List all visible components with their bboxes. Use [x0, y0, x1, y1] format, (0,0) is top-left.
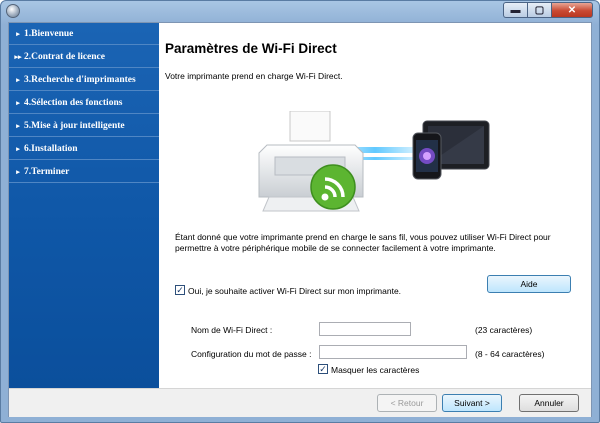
maximize-button[interactable]: ▢	[527, 2, 551, 18]
sidebar-item-selection: ▸ 4.Sélection des fonctions	[9, 92, 159, 114]
sidebar-item-recherche: ▸ 3.Recherche d'imprimantes	[9, 69, 159, 91]
back-button[interactable]: < Retour	[377, 394, 437, 412]
sidebar-item-label: 4.Sélection des fonctions	[24, 97, 123, 108]
sidebar-item-label: 3.Recherche d'imprimantes	[24, 74, 136, 85]
title-bar[interactable]: ▬ ▢ ✕	[1, 1, 599, 21]
sidebar-item-label: 1.Bienvenue	[24, 28, 74, 39]
window-client: ▸ 1.Bienvenue ▸▸ 2.Contrat de licence ▸ …	[8, 22, 592, 417]
main-panel: Paramètres de Wi-Fi Direct Votre imprima…	[159, 23, 591, 388]
page-subtitle: Votre imprimante prend en charge Wi-Fi D…	[165, 71, 343, 81]
step-arrow-icon: ▸	[16, 29, 20, 38]
cancel-button[interactable]: Annuler	[519, 394, 579, 412]
password-hint: (8 - 64 caractères)	[475, 349, 545, 359]
wifi-name-input[interactable]	[319, 322, 411, 336]
password-label: Configuration du mot de passe :	[191, 349, 312, 359]
wifi-name-hint: (23 caractères)	[475, 325, 533, 335]
sidebar-item-mise-a-jour: ▸ 5.Mise à jour intelligente	[9, 115, 159, 137]
enable-wifi-direct-label[interactable]: Oui, je souhaite activer Wi-Fi Direct su…	[188, 286, 401, 296]
minimize-button[interactable]: ▬	[503, 2, 527, 18]
installer-window: ▬ ▢ ✕ ▸ 1.Bienvenue ▸▸ 2.Contrat de lice…	[0, 0, 600, 423]
sidebar-item-label: 7.Terminer	[24, 166, 70, 177]
step-arrow-icon: ▸	[16, 167, 20, 176]
mask-characters-label[interactable]: Masquer les caractères	[331, 365, 419, 375]
mask-characters-checkbox[interactable]: ✓	[318, 364, 328, 374]
page-title: Paramètres de Wi-Fi Direct	[165, 41, 337, 56]
navigation-bar: < Retour Suivant > Annuler	[9, 388, 591, 417]
step-arrow-icon: ▸	[16, 144, 20, 153]
sidebar-item-installation: ▸ 6.Installation	[9, 138, 159, 160]
help-button[interactable]: Aide	[487, 275, 571, 293]
sidebar-item-label: 6.Installation	[24, 143, 78, 154]
sidebar-item-contrat: ▸▸ 2.Contrat de licence	[9, 46, 159, 68]
steps-sidebar: ▸ 1.Bienvenue ▸▸ 2.Contrat de licence ▸ …	[9, 23, 159, 388]
enable-wifi-direct-checkbox[interactable]: ✓	[175, 285, 185, 295]
step-arrow-icon: ▸	[16, 121, 20, 130]
sidebar-item-label: 5.Mise à jour intelligente	[24, 120, 125, 131]
next-button[interactable]: Suivant >	[442, 394, 502, 412]
sidebar-item-label: 2.Contrat de licence	[24, 51, 105, 62]
step-arrow-icon: ▸	[16, 98, 20, 107]
sidebar-item-terminer: ▸ 7.Terminer	[9, 161, 159, 183]
window-controls: ▬ ▢ ✕	[503, 2, 593, 18]
close-button[interactable]: ✕	[551, 2, 593, 18]
app-disc-icon	[6, 4, 20, 18]
step-arrow-icon: ▸	[16, 75, 20, 84]
current-step-arrow-icon: ▸▸	[14, 52, 22, 61]
password-input[interactable]	[319, 345, 467, 359]
wifi-name-label: Nom de Wi-Fi Direct :	[191, 325, 273, 335]
sidebar-item-bienvenue: ▸ 1.Bienvenue	[9, 23, 159, 45]
description-text: Étant donné que votre imprimante prend e…	[175, 232, 551, 253]
wifi-direct-illustration-icon	[258, 111, 490, 212]
